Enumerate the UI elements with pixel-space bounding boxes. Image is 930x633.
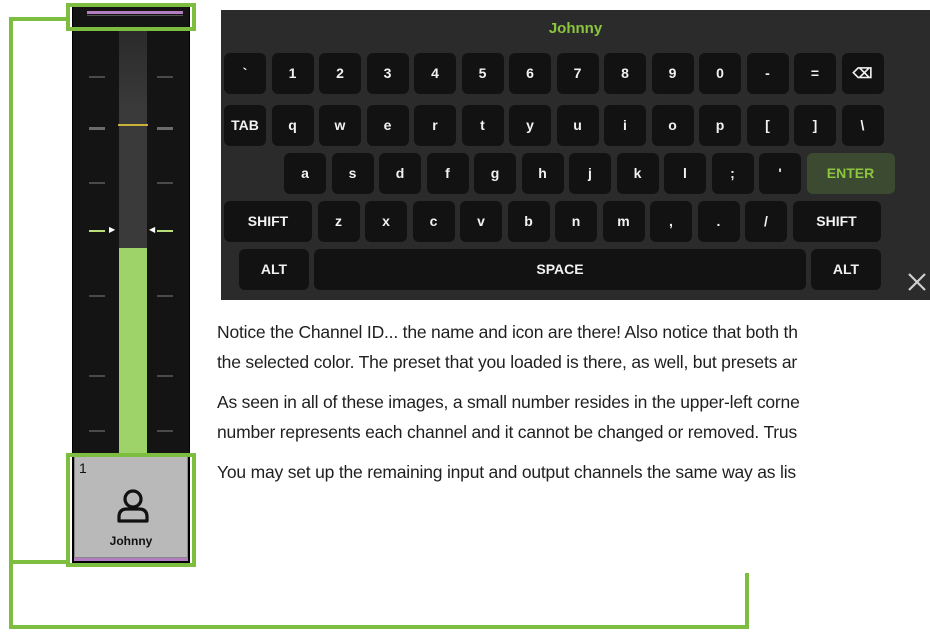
key[interactable]: 4 [414, 53, 456, 94]
fader-area: ▶ ◀ [73, 7, 189, 458]
key[interactable]: u [556, 105, 599, 146]
key[interactable]: p [699, 105, 741, 146]
shift-key[interactable]: SHIFT [224, 201, 312, 242]
key[interactable]: v [460, 201, 502, 242]
fader-tick [157, 375, 173, 377]
callout-line-bottom [9, 625, 749, 629]
key[interactable]: z [317, 201, 360, 242]
callout-line-left [9, 17, 13, 629]
paragraph-line: You may set up the remaining input and o… [217, 462, 796, 482]
fader-tick [89, 430, 105, 432]
enter-key[interactable]: ENTER [806, 153, 895, 194]
key[interactable]: 8 [604, 53, 646, 94]
key[interactable]: y [509, 105, 551, 146]
key[interactable]: r [414, 105, 456, 146]
alt-key[interactable]: ALT [811, 249, 881, 290]
key[interactable]: n [555, 201, 597, 242]
paragraph-line: number represents each channel and it ca… [217, 422, 797, 442]
alt-key[interactable]: ALT [239, 249, 309, 290]
key[interactable]: ] [794, 105, 836, 146]
unity-arrow-left-icon: ◀ [149, 225, 156, 234]
key[interactable]: 7 [556, 53, 599, 94]
keyboard-title: Johnny [548, 20, 603, 37]
unity-mark-right [157, 230, 173, 232]
callout-line-middle [9, 560, 69, 564]
key[interactable]: \ [841, 105, 884, 146]
fader-tick [157, 127, 173, 130]
key[interactable]: . [697, 201, 740, 242]
tab-key[interactable]: TAB [224, 105, 266, 146]
callout-line-top [9, 17, 69, 21]
paragraph-line: the selected color. The preset that you … [217, 352, 797, 372]
shift-key[interactable]: SHIFT [792, 201, 881, 242]
unity-mark-left [89, 230, 105, 232]
key[interactable]: 3 [366, 53, 409, 94]
key[interactable]: q [271, 105, 314, 146]
level-meter [119, 248, 147, 458]
key[interactable]: h [521, 153, 564, 194]
key[interactable]: b [507, 201, 550, 242]
callout-line-right [745, 573, 749, 629]
key[interactable]: 6 [509, 53, 551, 94]
key[interactable]: o [651, 105, 694, 146]
highlight-box-channel-id [66, 453, 196, 567]
key[interactable]: x [365, 201, 407, 242]
key[interactable]: 2 [319, 53, 361, 94]
paragraph-line: As seen in all of these images, a small … [217, 392, 800, 412]
on-screen-keyboard: Johnny ` 1 2 3 4 5 6 7 8 9 0- = ⌫ TAB q w e r t y u i o p[] \ a s d… [221, 10, 930, 300]
key[interactable]: c [412, 201, 455, 242]
key[interactable]: - [746, 53, 789, 94]
key[interactable]: l [664, 153, 706, 194]
backspace-key[interactable]: ⌫ [841, 53, 884, 94]
key[interactable]: k [616, 153, 659, 194]
key[interactable]: , [650, 201, 692, 242]
key[interactable]: m [602, 201, 645, 242]
key[interactable]: ' [759, 153, 801, 194]
key[interactable]: ` [224, 53, 266, 94]
key[interactable]: [ [746, 105, 789, 146]
key[interactable]: ; [711, 153, 754, 194]
key[interactable]: 5 [461, 53, 504, 94]
fader-tick [157, 76, 173, 78]
key[interactable]: = [794, 53, 836, 94]
key[interactable]: j [569, 153, 611, 194]
space-key[interactable]: SPACE [314, 249, 806, 290]
fader-tick [89, 76, 105, 78]
key[interactable]: 9 [651, 53, 694, 94]
fader-tick [89, 295, 105, 297]
fader-handle[interactable] [118, 124, 148, 126]
paragraph-line: Notice the Channel ID... the name and ic… [217, 322, 798, 342]
key[interactable]: d [379, 153, 421, 194]
key[interactable]: f [426, 153, 469, 194]
key[interactable]: i [604, 105, 646, 146]
close-icon[interactable] [905, 270, 929, 294]
key[interactable]: g [474, 153, 516, 194]
key[interactable]: s [331, 153, 374, 194]
fader-tick [89, 375, 105, 377]
key[interactable]: / [745, 201, 787, 242]
highlight-box-top [66, 3, 196, 31]
fader-tick [157, 430, 173, 432]
fader-tick [89, 182, 105, 184]
fader-tick [157, 295, 173, 297]
fader-tick [89, 127, 105, 130]
key[interactable]: t [461, 105, 504, 146]
key[interactable]: w [319, 105, 361, 146]
unity-arrow-right-icon: ▶ [109, 225, 116, 234]
key[interactable]: 0 [699, 53, 741, 94]
key[interactable]: e [366, 105, 409, 146]
fader-tick [157, 182, 173, 184]
key[interactable]: 1 [271, 53, 314, 94]
key[interactable]: a [284, 153, 326, 194]
